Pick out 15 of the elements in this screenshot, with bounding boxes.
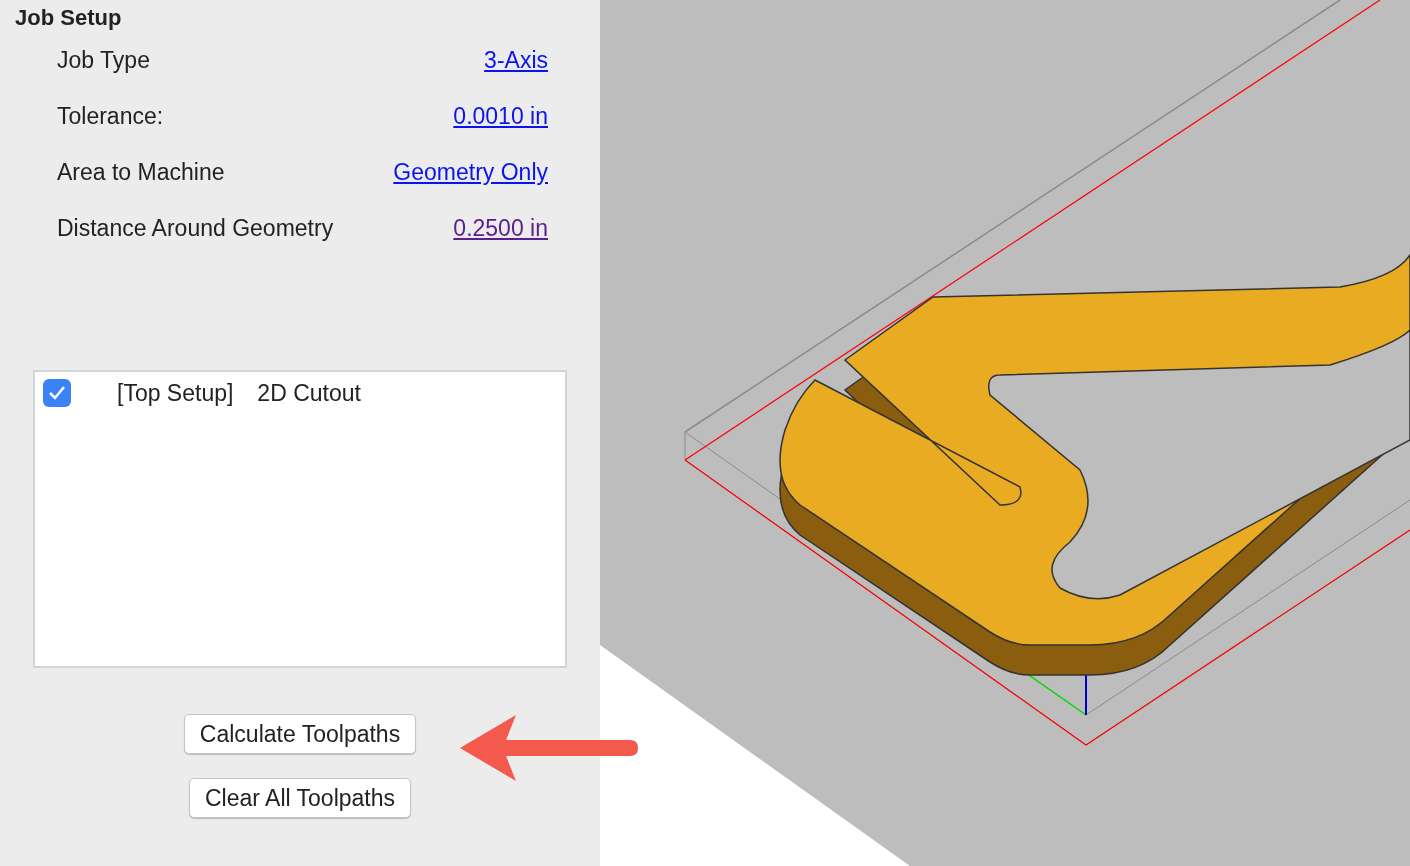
setting-label: Job Type xyxy=(57,45,150,75)
setting-link[interactable]: 0.2500 in xyxy=(453,210,548,246)
setting-label: Distance Around Geometry xyxy=(57,213,334,243)
setting-link[interactable]: 0.0010 in xyxy=(453,98,548,134)
setting-link[interactable]: 3-Axis xyxy=(484,42,548,78)
toolpath-name[interactable]: 2D Cutout xyxy=(257,375,361,411)
action-button[interactable]: Clear All Toolpaths xyxy=(188,778,412,818)
setting-link[interactable]: Geometry Only xyxy=(393,154,548,190)
setup-name[interactable]: [Top Setup] xyxy=(117,375,234,411)
checkmark-icon xyxy=(48,385,66,401)
checkbox[interactable] xyxy=(43,379,71,407)
setting-label: Tolerance: xyxy=(57,101,164,131)
setting-label: Area to Machine xyxy=(57,157,225,187)
panel-title: Job Setup xyxy=(14,4,123,32)
action-button[interactable]: Calculate Toolpaths xyxy=(183,714,417,754)
